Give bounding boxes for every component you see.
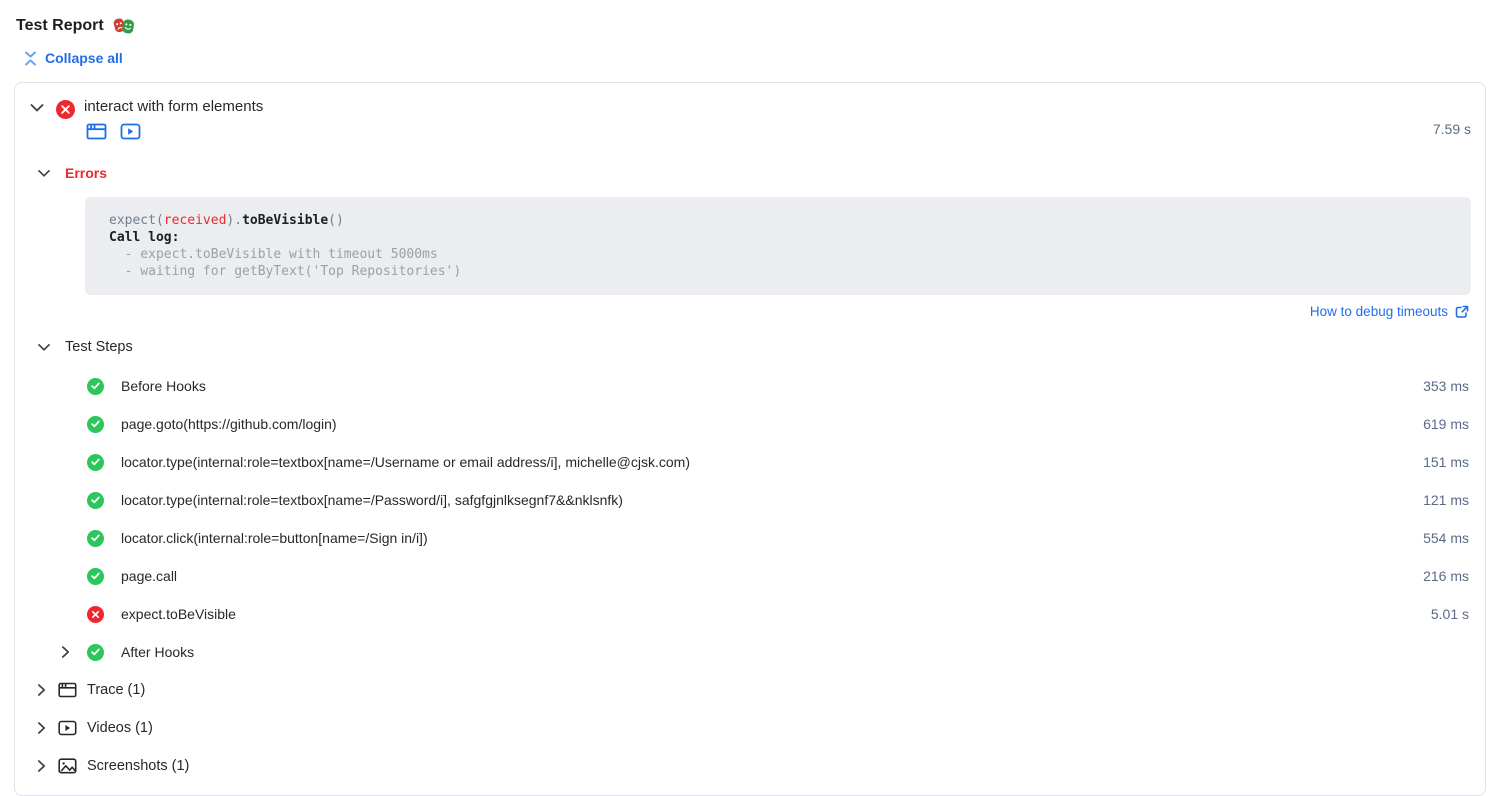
- step-label: locator.click(internal:role=button[name=…: [121, 530, 1423, 546]
- step-duration: 121 ms: [1423, 492, 1471, 508]
- test-duration: 7.59 s: [1433, 121, 1471, 137]
- pass-status-icon: [87, 530, 104, 547]
- chevron-right-icon[interactable]: [37, 721, 46, 735]
- step-label: Before Hooks: [121, 378, 1423, 394]
- debug-timeouts-link[interactable]: How to debug timeouts: [29, 304, 1469, 319]
- external-link-icon: [1455, 305, 1469, 319]
- step-duration: 151 ms: [1423, 454, 1471, 470]
- pass-status-icon: [87, 454, 104, 471]
- image-icon: [58, 758, 77, 774]
- call-log-label: Call log:: [109, 230, 179, 245]
- step-duration: 216 ms: [1423, 568, 1471, 584]
- test-result-card: interact with form elements 7.59 s: [14, 82, 1486, 796]
- test-steps-list: Before Hooks 353 ms page.goto(https://gi…: [29, 367, 1471, 785]
- trace-section-label: Trace (1): [87, 682, 145, 698]
- step-label: After Hooks: [121, 644, 1469, 660]
- step-label: expect.toBeVisible: [121, 606, 1431, 622]
- step-duration: 554 ms: [1423, 530, 1471, 546]
- test-step-row[interactable]: locator.type(internal:role=textbox[name=…: [29, 481, 1471, 519]
- error-text: expect(: [109, 213, 164, 228]
- test-step-row[interactable]: locator.type(internal:role=textbox[name=…: [29, 443, 1471, 481]
- theater-masks-icon: [113, 16, 135, 35]
- chevron-right-icon[interactable]: [37, 759, 46, 773]
- screenshots-section-label: Screenshots (1): [87, 758, 189, 774]
- step-label: locator.type(internal:role=textbox[name=…: [121, 454, 1423, 470]
- pass-status-icon: [87, 492, 104, 509]
- test-step-row[interactable]: locator.click(internal:role=button[name=…: [29, 519, 1471, 557]
- report-page: Test Report Collapse all: [0, 0, 1500, 790]
- step-label: locator.type(internal:role=textbox[name=…: [121, 492, 1423, 508]
- step-duration: 619 ms: [1423, 416, 1471, 432]
- videos-section-label: Videos (1): [87, 720, 153, 736]
- screenshots-section-row[interactable]: Screenshots (1): [29, 747, 1471, 785]
- test-step-row[interactable]: page.call 216 ms: [29, 557, 1471, 595]
- page-title-text: Test Report: [16, 17, 104, 35]
- test-quick-links: [84, 122, 1433, 141]
- page-title: Test Report: [16, 16, 1486, 35]
- call-log-line: - expect.toBeVisible with timeout 5000ms: [109, 247, 438, 262]
- error-received: received: [164, 213, 227, 228]
- call-log-line: - waiting for getByText('Top Repositorie…: [109, 264, 461, 279]
- chevron-down-icon[interactable]: [37, 169, 51, 178]
- test-steps-label: Test Steps: [65, 339, 133, 355]
- pass-status-icon: [87, 416, 104, 433]
- chevron-right-icon[interactable]: [61, 645, 70, 659]
- video-icon: [58, 720, 77, 736]
- step-duration: 5.01 s: [1431, 606, 1471, 622]
- trace-section-row[interactable]: Trace (1): [29, 671, 1471, 709]
- videos-section-row[interactable]: Videos (1): [29, 709, 1471, 747]
- errors-section-header[interactable]: Errors: [37, 165, 1471, 181]
- trace-icon: [58, 682, 77, 698]
- error-message-block: expect(received).toBeVisible() Call log:…: [85, 197, 1471, 295]
- video-link-icon[interactable]: [118, 122, 142, 141]
- test-step-row[interactable]: page.goto(https://github.com/login) 619 …: [29, 405, 1471, 443]
- pass-status-icon: [87, 644, 104, 661]
- test-step-row[interactable]: After Hooks: [29, 633, 1471, 671]
- debug-timeouts-label: How to debug timeouts: [1310, 304, 1448, 319]
- step-label: page.goto(https://github.com/login): [121, 416, 1423, 432]
- step-duration: 353 ms: [1423, 378, 1471, 394]
- chevron-right-icon[interactable]: [37, 683, 46, 697]
- collapse-all-label: Collapse all: [45, 50, 123, 66]
- pass-status-icon: [87, 568, 104, 585]
- test-title-block: interact with form elements: [84, 97, 1433, 141]
- test-title: interact with form elements: [84, 97, 1433, 117]
- pass-status-icon: [87, 378, 104, 395]
- fail-status-icon: [87, 606, 104, 623]
- step-label: page.call: [121, 568, 1423, 584]
- test-steps-section-header[interactable]: Test Steps: [37, 339, 1471, 355]
- test-step-row[interactable]: Before Hooks 353 ms: [29, 367, 1471, 405]
- fail-status-icon: [56, 100, 75, 119]
- collapse-all-button[interactable]: Collapse all: [24, 50, 1486, 66]
- collapse-all-icon: [24, 51, 37, 66]
- chevron-down-icon[interactable]: [29, 103, 45, 113]
- chevron-down-icon[interactable]: [37, 343, 51, 352]
- errors-label: Errors: [65, 165, 107, 181]
- trace-link-icon[interactable]: [84, 122, 108, 141]
- test-header[interactable]: interact with form elements 7.59 s: [29, 97, 1471, 141]
- test-step-row[interactable]: expect.toBeVisible 5.01 s: [29, 595, 1471, 633]
